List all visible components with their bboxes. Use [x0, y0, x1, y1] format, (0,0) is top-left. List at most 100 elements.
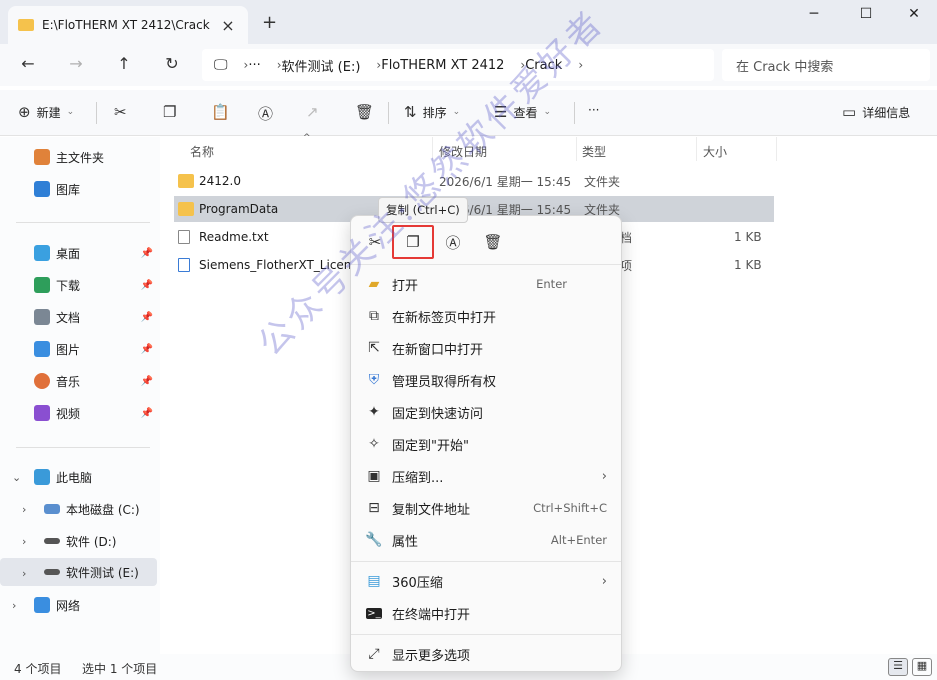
menu-item-open-new-tab[interactable]: ⧉ 在新标签页中打开	[351, 301, 621, 331]
share-button[interactable]: ↗	[306, 103, 325, 121]
scissors-icon[interactable]: ✂	[361, 228, 389, 256]
refresh-button[interactable]: ↻	[160, 54, 184, 73]
videos-icon	[34, 405, 50, 421]
new-label: 新建	[36, 105, 61, 120]
chevron-right-icon[interactable]: ›	[22, 567, 26, 580]
search-input[interactable]: 在 Crack 中搜索	[722, 49, 930, 81]
text-file-icon	[178, 230, 190, 244]
details-label: 详细信息	[862, 105, 911, 120]
close-button[interactable]: ✕	[894, 6, 934, 22]
sidebar-item-videos[interactable]: 视频 📌	[0, 399, 157, 427]
chevron-right-icon: ›	[601, 573, 607, 589]
menu-item-take-ownership[interactable]: ⛨ 管理员取得所有权	[351, 365, 621, 395]
copy-icon[interactable]: ❐	[392, 225, 434, 259]
menu-item-properties[interactable]: 🔧 属性 Alt+Enter	[351, 525, 621, 555]
sidebar-divider	[16, 222, 150, 223]
trash-icon[interactable]: 🗑	[479, 228, 507, 256]
address-bar[interactable]: 🖵 › ··· › 软件测试 (E:) › FloTHERM XT 2412 ›…	[202, 49, 714, 81]
sidebar-item-label: 主文件夹	[56, 150, 105, 165]
forward-button[interactable]: →	[64, 54, 88, 73]
desktop-icon	[34, 245, 50, 261]
sidebar-item-label: 此电脑	[56, 470, 93, 485]
sidebar-item-this-pc[interactable]: 此电脑	[0, 463, 157, 491]
new-button[interactable]: ⊕ 新建 ⌄	[18, 103, 74, 121]
up-button[interactable]: ↑	[112, 54, 136, 73]
breadcrumb-folder[interactable]: FloTHERM XT 2412	[381, 58, 504, 73]
menu-divider	[351, 264, 621, 265]
item-count: 4 个项目	[14, 662, 62, 676]
column-header-size[interactable]: 大小	[703, 143, 727, 160]
back-button[interactable]: ←	[16, 54, 40, 73]
sidebar-item-drive-d[interactable]: 软件 (D:)	[0, 527, 157, 555]
sidebar-item-home[interactable]: 主文件夹	[0, 143, 157, 171]
menu-item-label: 固定到快速访问	[392, 406, 484, 422]
menu-item-copy-path[interactable]: ⊟ 复制文件地址 Ctrl+Shift+C	[351, 493, 621, 523]
pin-icon[interactable]: 📌	[141, 248, 153, 259]
menu-item-show-more[interactable]: ⤢ 显示更多选项	[351, 639, 621, 669]
menu-item-label: 固定到"开始"	[392, 438, 469, 454]
sidebar-item-gallery[interactable]: 图库	[0, 175, 157, 203]
minimize-button[interactable]: ─	[794, 6, 834, 22]
tab-close-icon[interactable]: ×	[218, 16, 238, 35]
sidebar-item-drive-c[interactable]: 本地磁盘 (C:)	[0, 495, 157, 523]
menu-item-open[interactable]: ▰ 打开 Enter	[351, 269, 621, 299]
details-view-icon[interactable]: ☰	[888, 658, 908, 676]
selection-count: 选中 1 个项目	[82, 662, 158, 676]
menu-item-pin-start[interactable]: ✧ 固定到"开始"	[351, 429, 621, 459]
copy-button[interactable]: ❐	[163, 103, 182, 121]
sidebar-item-label: 文档	[56, 310, 81, 325]
menu-item-label: 打开	[392, 278, 419, 294]
column-header-date[interactable]: 修改日期	[439, 143, 487, 160]
pin-icon[interactable]: 📌	[141, 312, 153, 323]
sort-button[interactable]: ⇅ 排序 ⌄	[404, 103, 460, 121]
breadcrumb-drive[interactable]: 软件测试 (E:)	[282, 56, 361, 75]
delete-button[interactable]: 🗑	[355, 103, 380, 121]
pin-icon[interactable]: 📌	[141, 280, 153, 291]
pin-icon[interactable]: 📌	[141, 344, 153, 355]
menu-item-open-new-window[interactable]: ⇱ 在新窗口中打开	[351, 333, 621, 363]
rename-button[interactable]: Ⓐ	[258, 103, 279, 124]
breadcrumb-overflow[interactable]: ···	[248, 58, 260, 73]
rename-icon[interactable]: Ⓐ	[439, 228, 467, 256]
sidebar-item-music[interactable]: 音乐 📌	[0, 367, 157, 395]
column-header-type[interactable]: 类型	[582, 143, 606, 160]
menu-item-compress[interactable]: ▣ 压缩到... ›	[351, 461, 621, 491]
view-button[interactable]: ☰ 查看 ⌄	[494, 103, 551, 121]
sidebar-item-pictures[interactable]: 图片 📌	[0, 335, 157, 363]
share-icon: ↗	[306, 103, 319, 121]
tiles-view-icon[interactable]: ▦	[912, 658, 932, 676]
sidebar-item-label: 音乐	[56, 374, 81, 389]
drive-icon	[44, 569, 60, 575]
pin-icon[interactable]: 📌	[141, 408, 153, 419]
sidebar-item-label: 视频	[56, 406, 81, 421]
tab-crack[interactable]: E:\FloTHERM XT 2412\Crack ×	[8, 6, 248, 44]
file-row[interactable]: 2412.0 2026/6/1 星期一 15:45 文件夹	[174, 168, 774, 194]
sidebar-item-desktop[interactable]: 桌面 📌	[0, 239, 157, 267]
menu-item-pin-quick-access[interactable]: ✦ 固定到快速访问	[351, 397, 621, 427]
toolbar-divider	[388, 102, 389, 124]
paste-button[interactable]: 📋	[211, 103, 236, 121]
pin-icon: ✧	[368, 436, 380, 452]
sidebar-item-downloads[interactable]: 下载 📌	[0, 271, 157, 299]
sort-caret-icon: ^	[303, 133, 311, 143]
cut-button[interactable]: ✂	[114, 103, 133, 121]
sidebar-item-documents[interactable]: 文档 📌	[0, 303, 157, 331]
details-button[interactable]: ▭ 详细信息	[842, 103, 910, 121]
sidebar-item-label: 软件 (D:)	[66, 534, 117, 549]
new-tab-button[interactable]: +	[262, 12, 277, 33]
sidebar-item-label: 图库	[56, 182, 81, 197]
computer-icon	[34, 469, 50, 485]
breadcrumb-current[interactable]: Crack	[525, 58, 562, 73]
sidebar-item-network[interactable]: 网络	[0, 591, 157, 619]
column-header-name[interactable]: 名称	[190, 143, 214, 160]
file-size: 1 KB	[734, 258, 762, 272]
maximize-button[interactable]: ☐	[846, 6, 886, 22]
file-date: 2026/6/1 星期一 15:45	[439, 174, 572, 189]
drive-icon	[44, 538, 60, 544]
navigation-pane: 主文件夹 图库 桌面 📌 下载 📌 文档 📌 图片 📌 音乐 📌 视频 📌 ⌄	[0, 137, 160, 654]
menu-item-open-terminal[interactable]: >_ 在终端中打开	[351, 598, 621, 628]
menu-item-360-compress[interactable]: ▤ 360压缩 ›	[351, 566, 621, 596]
wrench-icon: 🔧	[365, 532, 383, 548]
more-button[interactable]: ···	[588, 103, 599, 117]
pin-icon[interactable]: 📌	[141, 376, 153, 387]
